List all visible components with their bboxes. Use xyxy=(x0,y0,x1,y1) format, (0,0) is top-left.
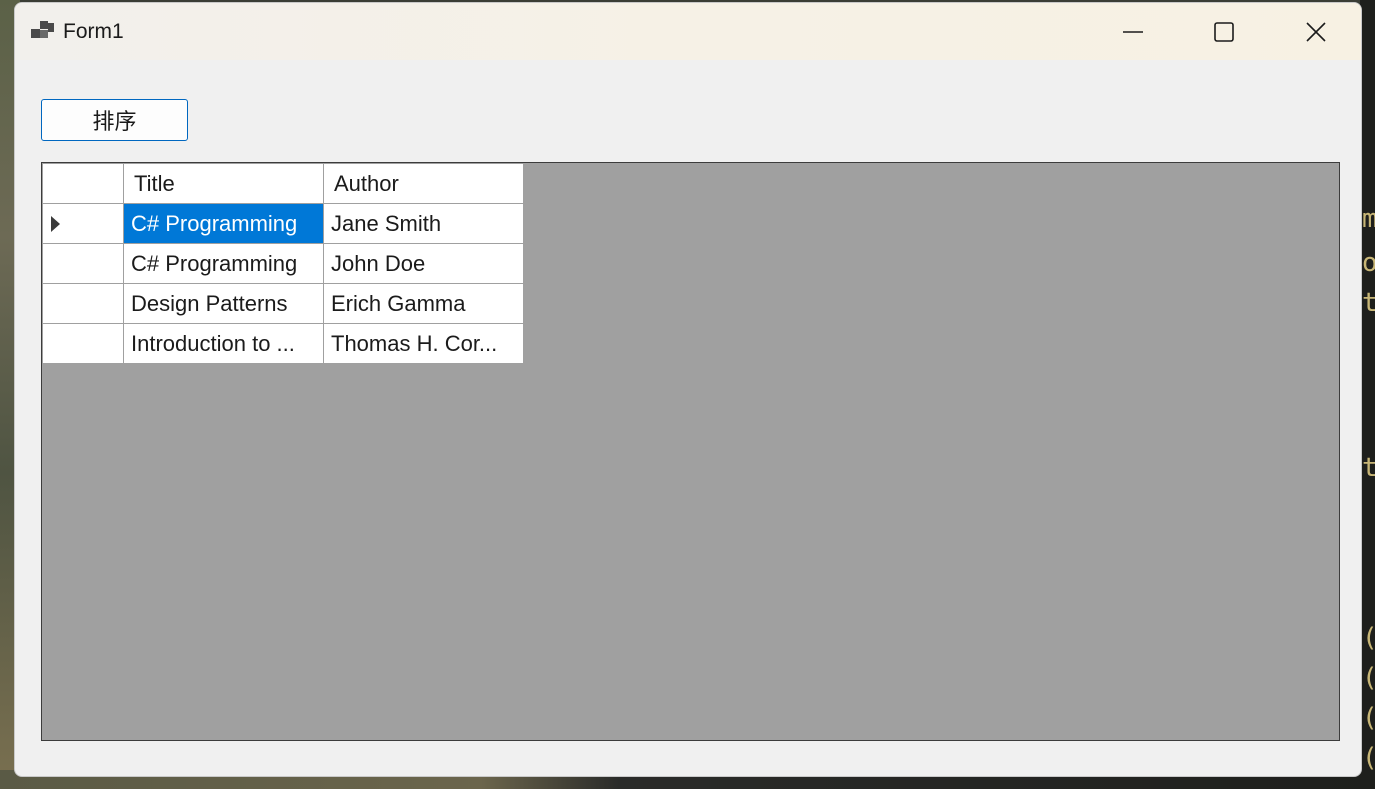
column-header-author[interactable]: Author xyxy=(323,163,524,204)
cell-author[interactable]: Jane Smith xyxy=(323,203,524,244)
current-row-indicator-icon xyxy=(51,216,60,232)
row-header[interactable] xyxy=(42,323,124,364)
minimize-button[interactable] xyxy=(1087,3,1179,60)
sort-button[interactable]: 排序 xyxy=(41,99,188,141)
maximize-icon xyxy=(1214,21,1234,42)
window-title: Form1 xyxy=(63,20,124,43)
column-header-title[interactable]: Title xyxy=(123,163,324,204)
minimize-icon xyxy=(1123,30,1143,33)
grid-header-row: Title Author xyxy=(42,163,524,204)
table-row[interactable]: Introduction to ... Thomas H. Cor... xyxy=(42,323,524,364)
cell-author[interactable]: Erich Gamma xyxy=(323,283,524,324)
cell-title[interactable]: C# Programming xyxy=(123,203,324,244)
desktop-background-right: m o t t ( ( ( ( xyxy=(1360,0,1375,789)
row-header[interactable] xyxy=(42,203,124,244)
cell-author[interactable]: Thomas H. Cor... xyxy=(323,323,524,364)
books-data-grid[interactable]: Title Author C# Programming Jane Smith C… xyxy=(41,162,1340,741)
maximize-button[interactable] xyxy=(1178,3,1270,60)
cell-author[interactable]: John Doe xyxy=(323,243,524,284)
cell-title[interactable]: C# Programming xyxy=(123,243,324,284)
table-row[interactable]: C# Programming John Doe xyxy=(42,243,524,284)
form-window: Form1 排序 Title Author C# Programming Jan… xyxy=(14,2,1362,777)
close-button[interactable] xyxy=(1270,3,1361,60)
row-header[interactable] xyxy=(42,243,124,284)
grid-table: Title Author C# Programming Jane Smith C… xyxy=(42,163,524,364)
close-icon xyxy=(1306,21,1326,42)
row-header[interactable] xyxy=(42,283,124,324)
grid-corner-header[interactable] xyxy=(42,163,124,204)
title-bar[interactable]: Form1 xyxy=(15,3,1361,60)
table-row[interactable]: C# Programming Jane Smith xyxy=(42,203,524,244)
app-icon xyxy=(31,21,54,38)
cell-title[interactable]: Introduction to ... xyxy=(123,323,324,364)
cell-title[interactable]: Design Patterns xyxy=(123,283,324,324)
table-row[interactable]: Design Patterns Erich Gamma xyxy=(42,283,524,324)
